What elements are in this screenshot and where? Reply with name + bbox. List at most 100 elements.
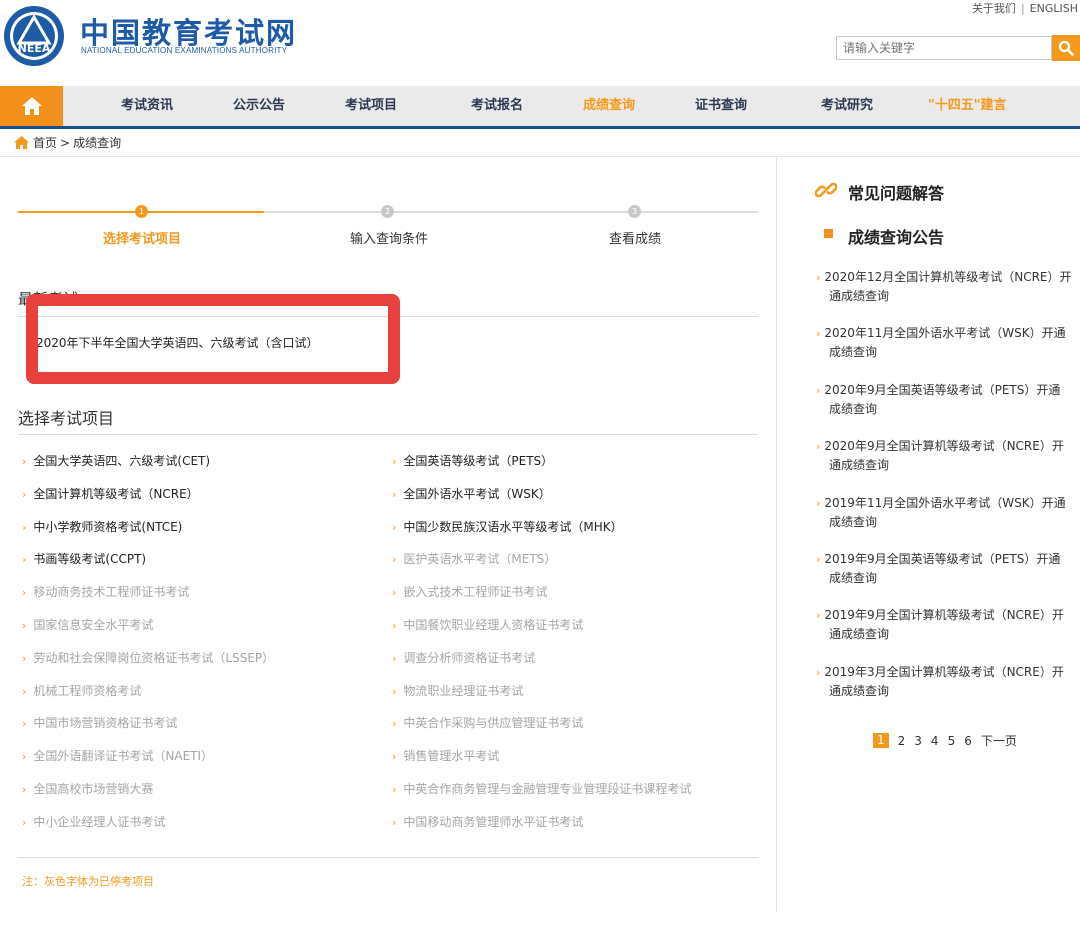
chevron-right-icon: › (392, 619, 397, 632)
exam-item-label: 书画等级考试(CCPT) (33, 552, 147, 567)
exam-item-label: 中国餐饮职业经理人资格证书考试 (403, 618, 584, 632)
notice-line-1: 2019年9月全国计算机等级考试（NCRE）开 (824, 608, 1064, 623)
pager-page-6[interactable]: 6 (964, 734, 972, 748)
exam-item-right[interactable]: › 医护英语水平考试（METS） (392, 550, 556, 567)
exam-item-label: 中英合作商务管理与金融管理专业管理段证书课程考试 (403, 782, 692, 796)
exam-item-left[interactable]: › 中小学教师资格考试(NTCE) (22, 518, 182, 535)
exam-item-left[interactable]: › 中国市场营销资格证书考试 (22, 714, 177, 731)
chevron-right-icon: › (392, 586, 397, 600)
nav-bottom-border (0, 126, 1080, 129)
exam-item-right[interactable]: › 全国外语水平考试（WSK） (392, 485, 551, 502)
annotation-red-box (26, 294, 400, 384)
exam-item-left[interactable]: › 全国高校市场营销大赛 (22, 780, 153, 797)
neea-seal-logo[interactable]: NEEA (2, 4, 66, 68)
chevron-right-icon: › (22, 815, 27, 829)
pager-page-5[interactable]: 5 (948, 734, 956, 748)
about-link[interactable]: 关于我们 (972, 2, 1016, 15)
exam-item-label: 机械工程师资格考试 (33, 683, 142, 698)
nav-item-announcements[interactable]: 公示公告 (233, 86, 285, 126)
notice-line-2: 成绩查询 (829, 571, 878, 585)
chevron-right-icon: › (392, 717, 397, 731)
home-icon (21, 97, 42, 115)
nav-item-exams[interactable]: 考试项目 (345, 86, 397, 126)
nav-item-certificate-query[interactable]: 证书查询 (695, 86, 747, 126)
nav-item-14th-plan[interactable]: "十四五"建言 (928, 86, 1007, 126)
notice-item[interactable]: › 2020年12月全国计算机等级考试（NCRE）开 通成绩查询 (816, 268, 1078, 306)
nav-item-research[interactable]: 考试研究 (821, 86, 873, 126)
chevron-right-icon: › (816, 496, 821, 510)
nav-item-news[interactable]: 考试资讯 (121, 86, 173, 126)
exam-item-left[interactable]: › 机械工程师资格考试 (22, 682, 141, 699)
select-exam-title: 选择考试项目 (18, 409, 115, 428)
notice-item[interactable]: › 2020年11月全国外语水平考试（WSK）开通 成绩查询 (816, 324, 1078, 362)
english-link[interactable]: ENGLISH (1030, 2, 1078, 15)
notice-item[interactable]: › 2019年3月全国计算机等级考试（NCRE）开 通成绩查询 (816, 663, 1078, 701)
exam-item-left[interactable]: › 移动商务技术工程师证书考试 (22, 583, 189, 600)
step-progress-inactive (264, 211, 758, 213)
pager-page-1[interactable]: 1 (873, 733, 889, 748)
faq-title[interactable]: 常见问题解答 (848, 180, 944, 204)
notice-line-1: 2020年9月全国计算机等级考试（NCRE）开 (824, 439, 1064, 454)
chevron-right-icon: › (816, 440, 821, 454)
exam-item-label: 劳动和社会保障岗位资格证书考试（LSSEP） (33, 650, 275, 665)
exam-item-left[interactable]: › 国家信息安全水平考试 (22, 616, 153, 633)
exam-item-right[interactable]: › 调查分析师资格证书考试 (392, 649, 535, 666)
seal-text: NEEA (18, 42, 51, 55)
exam-item-label: 中国市场营销资格证书考试 (33, 716, 178, 731)
top-link-separator: | (1020, 2, 1025, 15)
pager-next-button[interactable]: 下一页 (981, 732, 1017, 749)
exam-item-right[interactable]: › 中英合作商务管理与金融管理专业管理段证书课程考试 (392, 780, 691, 797)
notice-line-2: 通成绩查询 (829, 458, 890, 473)
chevron-right-icon: › (392, 553, 397, 567)
exam-item-right[interactable]: › 销售管理水平考试 (392, 747, 499, 764)
notice-item[interactable]: › 2019年11月全国外语水平考试（WSK）开通 成绩查询 (816, 494, 1078, 532)
exam-item-left[interactable]: › 劳动和社会保障岗位资格证书考试（LSSEP） (22, 649, 274, 666)
exam-item-left[interactable]: › 全国大学英语四、六级考试(CET) (22, 452, 210, 469)
notice-line-2: 成绩查询 (829, 345, 878, 360)
chevron-right-icon: › (22, 783, 27, 796)
site-header: NEEA 中国教育考试网 NATIONAL EDUCATION EXAMINAT… (0, 0, 1080, 86)
exam-item-right[interactable]: › 全国英语等级考试（PETS） (392, 452, 553, 469)
exam-item-right[interactable]: › 中国少数民族汉语水平等级考试（MHK） (392, 518, 623, 535)
step-3-circle: 3 (628, 205, 641, 218)
chevron-right-icon: › (392, 783, 397, 796)
pager-page-4[interactable]: 4 (931, 734, 939, 748)
notice-item[interactable]: › 2019年9月全国计算机等级考试（NCRE）开 通成绩查询 (816, 606, 1078, 644)
pager-page-2[interactable]: 2 (898, 734, 906, 748)
chevron-right-icon: › (22, 651, 27, 665)
exam-item-right[interactable]: › 中英合作采购与供应管理证书考试 (392, 714, 583, 731)
breadcrumb-home-icon (14, 136, 29, 149)
exam-item-right[interactable]: › 中国餐饮职业经理人资格证书考试 (392, 616, 583, 633)
top-links: 关于我们 | ENGLISH (972, 0, 1078, 16)
exam-item-right[interactable]: › 嵌入式技术工程师证书考试 (392, 583, 547, 600)
notice-line-2: 通成绩查询 (829, 289, 890, 303)
search-button[interactable] (1052, 35, 1080, 61)
exam-item-right[interactable]: › 物流职业经理证书考试 (392, 682, 523, 699)
chevron-right-icon: › (392, 487, 397, 501)
exam-item-label: 调查分析师资格证书考试 (403, 650, 536, 665)
notice-item[interactable]: › 2020年9月全国英语等级考试（PETS）开通 成绩查询 (816, 381, 1078, 419)
search-input[interactable] (836, 36, 1052, 60)
notice-line-2: 通成绩查询 (829, 627, 890, 642)
breadcrumb-home-link[interactable]: 首页 (33, 134, 57, 151)
notice-line-1: 2020年9月全国英语等级考试（PETS）开通 (824, 382, 1061, 397)
exam-item-label: 中小企业经理人证书考试 (33, 814, 166, 829)
notice-bullet-icon (824, 229, 833, 238)
exam-item-left[interactable]: › 全国外语翻译证书考试（NAETI） (22, 747, 213, 764)
exam-item-right[interactable]: › 中国移动商务管理师水平证书考试 (392, 813, 583, 830)
exam-item-label: 全国计算机等级考试（NCRE） (33, 486, 199, 501)
nav-home-button[interactable] (0, 86, 63, 126)
nav-item-registration[interactable]: 考试报名 (471, 86, 523, 126)
exam-item-left[interactable]: › 全国计算机等级考试（NCRE） (22, 485, 199, 502)
nav-item-score-query[interactable]: 成绩查询 (583, 86, 635, 126)
chevron-right-icon: › (392, 815, 397, 829)
step-2-circle: 2 (381, 205, 394, 218)
exam-item-left[interactable]: › 中小企业经理人证书考试 (22, 813, 165, 830)
site-logo-subtitle: NATIONAL EDUCATION EXAMINATIONS AUTHORIT… (81, 46, 288, 55)
exam-item-left[interactable]: › 书画等级考试(CCPT) (22, 550, 146, 567)
notice-item[interactable]: › 2020年9月全国计算机等级考试（NCRE）开通成绩查询 (816, 437, 1078, 475)
notice-item[interactable]: › 2019年9月全国英语等级考试（PETS）开通 成绩查询 (816, 550, 1078, 588)
pager-page-3[interactable]: 3 (914, 734, 922, 748)
chevron-right-icon: › (816, 665, 821, 679)
exam-item-label: 中国少数民族汉语水平等级考试（MHK） (403, 519, 623, 534)
